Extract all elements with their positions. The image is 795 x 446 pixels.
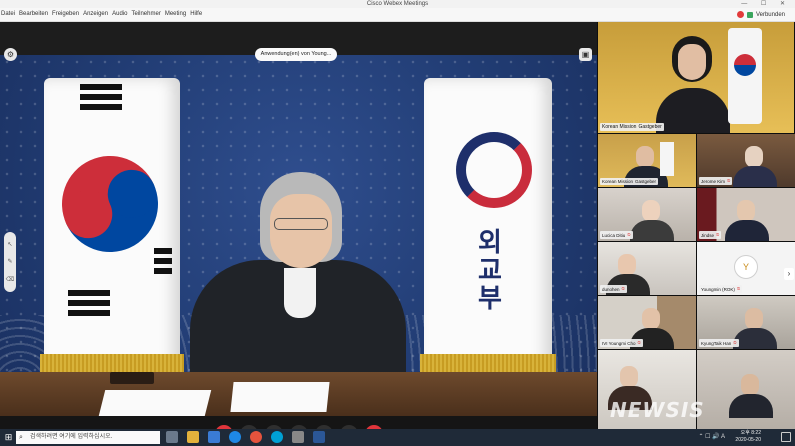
muted-mic-icon: ⦸ — [716, 232, 720, 238]
participant-name: Lucica Ditiu — [602, 232, 626, 238]
korean-flag — [40, 78, 184, 380]
trigram-top — [80, 84, 122, 114]
participant-name: IVI Youngmi Cho — [602, 340, 636, 346]
active-speaker-tile[interactable]: Korean Mission Gastgeber — [598, 22, 794, 133]
menu-freigeben[interactable]: Freigeben — [52, 11, 79, 17]
search-placeholder: 검색하려면 여기에 입력하십시오. — [30, 434, 113, 440]
menu-teilnehmer[interactable]: Teilnehmer — [131, 11, 160, 17]
participant-tile[interactable]: KyungTaik Han ⦸ — [697, 296, 795, 349]
muted-mic-icon: ⦸ — [637, 340, 641, 346]
participant-panel: Korean Mission Gastgeber Korean Mission … — [597, 22, 795, 429]
title-bar: Cisco Webex Meetings — ☐ ✕ — [0, 0, 795, 8]
muted-mic-icon: ⦸ — [627, 232, 631, 238]
paper-left — [98, 390, 212, 416]
main-video-stage: 외교부 ⚙ Anwendung(en) von Young... ▣ ↖ ✎ ⌫… — [0, 22, 597, 429]
participant-tile[interactable] — [697, 350, 795, 429]
network-icon — [746, 11, 753, 18]
phone-on-desk — [110, 372, 154, 384]
windows-start-icon[interactable]: ⊞ — [2, 431, 15, 444]
trigram-right — [154, 248, 172, 278]
ministry-flag: 외교부 — [420, 78, 556, 380]
window-title: Cisco Webex Meetings — [366, 1, 429, 7]
info-icon[interactable]: ⚙ — [4, 48, 17, 61]
sharing-indicator[interactable]: Anwendung(en) von Young... — [255, 48, 337, 61]
participant-label: Jerome Kim ⦸ — [699, 177, 733, 185]
ministry-flag-text: 외교부 — [478, 227, 502, 313]
webex-window: Cisco Webex Meetings — ☐ ✕ Datei Bearbei… — [0, 0, 795, 446]
task-view-icon[interactable] — [166, 431, 178, 443]
newsis-watermark: NEWSIS — [610, 398, 705, 422]
system-tray[interactable]: ⌃ ☐ 🔊 A — [698, 433, 725, 440]
clock-date: 2020-05-20 — [735, 437, 761, 443]
participant-label: Youngmin (ROK) ⦸ — [699, 285, 743, 293]
side-annotation-toolbar[interactable]: ↖ ✎ ⌫ — [4, 232, 16, 292]
participant-label: Lucica Ditiu ⦸ — [600, 231, 633, 239]
government-emblem — [456, 132, 532, 208]
participant-name: Jindse — [701, 232, 715, 238]
paper-right — [230, 382, 330, 412]
participant-name: KyungTaik Han — [701, 340, 732, 346]
meeting-controls: 🎙 ▭ ⇪ 👤 💬 ⋯ ✕ — [0, 416, 597, 429]
pointer-icon[interactable]: ↖ — [7, 241, 12, 248]
avatar: Y — [734, 255, 758, 279]
muted-mic-icon: ⦸ — [621, 286, 625, 292]
settings-icon[interactable] — [292, 431, 304, 443]
taskbar-search-input[interactable]: ⌕ 검색하려면 여기에 입력하십시오. — [16, 431, 160, 444]
chrome-icon[interactable] — [250, 431, 262, 443]
participant-name: Youngmin (ROK) — [701, 286, 735, 292]
participant-status: Gastgeber — [635, 179, 657, 184]
active-speaker-label: Korean Mission Gastgeber — [600, 123, 664, 131]
menu-hilfe[interactable]: Hilfe — [190, 11, 202, 17]
menu-bar: Datei Bearbeiten Freigeben Anzeigen Audi… — [0, 8, 795, 22]
windows-taskbar: ⊞ ⌕ 검색하려면 여기에 입력하십시오. ⌃ ☐ 🔊 A 오후 8:22 20… — [0, 429, 795, 446]
participant-name: dunohen — [602, 286, 620, 292]
file-explorer-icon[interactable] — [187, 431, 199, 443]
menu-bearbeiten[interactable]: Bearbeiten — [19, 11, 48, 17]
muted-mic-icon: ⦸ — [736, 286, 741, 292]
muted-mic-icon: ⦸ — [733, 340, 737, 346]
notification-icon[interactable] — [781, 432, 791, 442]
menu-datei[interactable]: Datei — [1, 11, 15, 17]
trigram-bottom — [68, 290, 110, 320]
menu-audio[interactable]: Audio — [112, 11, 127, 17]
window-controls[interactable]: — ☐ ✕ — [741, 0, 791, 8]
menu-anzeigen[interactable]: Anzeigen — [83, 11, 108, 17]
clock-time: 오후 8:22 — [740, 430, 761, 436]
participant-label: IVI Youngmi Cho ⦸ — [600, 339, 643, 347]
participant-tile[interactable]: Y Youngmin (ROK) ⦸ — [697, 242, 795, 295]
eraser-icon[interactable]: ⌫ — [6, 276, 14, 283]
menu-meeting[interactable]: Meeting — [165, 11, 186, 17]
participant-tile[interactable]: Jindse ⦸ — [697, 188, 795, 241]
participant-label: Jindse ⦸ — [699, 231, 722, 239]
edge-icon[interactable] — [229, 431, 241, 443]
recording-icon — [736, 11, 744, 18]
speaker-figure — [186, 172, 410, 387]
pen-icon[interactable]: ✎ — [7, 258, 12, 265]
clock[interactable]: 오후 8:22 2020-05-20 — [735, 430, 761, 444]
muted-mic-icon: ⦸ — [727, 178, 731, 184]
connection-label: Verbunden — [755, 11, 785, 18]
connection-status[interactable]: Verbunden — [736, 11, 785, 18]
participant-name: Jerome Kim — [701, 178, 726, 184]
scroll-right-icon[interactable]: › — [784, 268, 794, 280]
app-icon[interactable] — [313, 431, 325, 443]
participant-label: dunohen ⦸ — [600, 285, 627, 293]
taskbar-apps — [166, 431, 325, 443]
participant-tile[interactable]: IVI Youngmi Cho ⦸ — [598, 296, 696, 349]
active-speaker-name: Korean Mission — [602, 124, 637, 130]
search-icon: ⌕ — [19, 434, 23, 441]
participant-label: Korean Mission Gastgeber — [600, 178, 659, 185]
webex-icon[interactable] — [271, 431, 283, 443]
participant-tile[interactable]: Lucica Ditiu ⦸ — [598, 188, 696, 241]
participant-label: KyungTaik Han ⦸ — [699, 339, 739, 347]
active-speaker-status: Gastgeber — [638, 124, 662, 130]
participant-name: Korean Mission — [602, 179, 634, 184]
store-icon[interactable] — [208, 431, 220, 443]
participant-tile[interactable]: Korean Mission Gastgeber — [598, 134, 696, 187]
layout-icon[interactable]: ▣ — [579, 48, 592, 61]
participant-tile[interactable]: Jerome Kim ⦸ — [697, 134, 795, 187]
participant-tile[interactable]: dunohen ⦸ — [598, 242, 696, 295]
